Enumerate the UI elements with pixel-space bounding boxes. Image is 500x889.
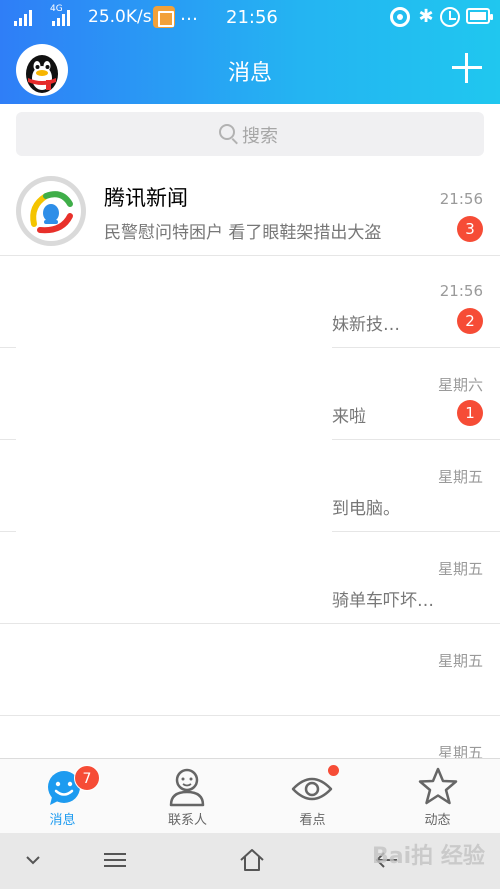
battery-icon — [466, 8, 493, 24]
app-header: 4G 25.0K/s … 21:56 ✱ 消息 — [0, 0, 500, 104]
bluetooth-icon: ✱ — [418, 6, 434, 27]
tab-label: 动态 — [424, 813, 451, 828]
search-icon — [219, 124, 235, 140]
notification-app-icon — [153, 6, 175, 28]
conversation-preview: 妹新技… — [332, 315, 400, 335]
more-notifications: … — [180, 4, 198, 25]
messages-unread-badge: 7 — [74, 765, 100, 791]
conversation-row[interactable]: 腾讯新闻 民警慰问特困户 看了眼鞋架措出大盗 21:56 3 — [0, 164, 500, 256]
conversation-time: 星期五 — [437, 652, 483, 670]
tab-label: 看点 — [299, 813, 326, 828]
contacts-icon — [169, 768, 205, 807]
tab-discover[interactable]: 看点 — [250, 759, 375, 834]
search-input[interactable]: 搜索 — [16, 112, 484, 156]
add-plus-button[interactable] — [452, 53, 482, 83]
conversation-time: 21:56 — [439, 282, 483, 300]
tencent-news-logo-icon — [30, 191, 73, 234]
conversation-preview: 到电脑。 — [332, 499, 400, 519]
conversation-preview: 来啦 — [332, 407, 366, 427]
signal-strength-icon — [14, 10, 32, 26]
watermark-logo: Bai拍 经验 — [372, 844, 485, 869]
status-bar: 4G 25.0K/s … 21:56 ✱ — [0, 0, 500, 36]
alarm-icon — [440, 7, 460, 27]
tencent-news-avatar — [16, 176, 86, 246]
tab-label: 联系人 — [167, 813, 207, 828]
bottom-tab-bar: 7 消息 联系人 看点 动态 — [0, 758, 500, 833]
conversation-name: 腾讯新闻 — [104, 186, 188, 210]
menu-icon[interactable] — [100, 845, 130, 875]
tab-contacts[interactable]: 联系人 — [125, 759, 250, 834]
conversation-preview: 民警慰问特困户 看了眼鞋架措出大盗 — [104, 223, 382, 243]
network-speed: 25.0K/s — [88, 7, 152, 27]
search-placeholder: 搜索 — [242, 126, 278, 147]
star-icon — [418, 767, 458, 805]
discover-new-dot — [328, 765, 339, 776]
search-area: 搜索 — [0, 104, 500, 164]
location-icon — [390, 7, 410, 27]
conversation-row[interactable]: 星期五 — [0, 624, 500, 716]
collapse-chevron-icon[interactable] — [18, 845, 48, 875]
page-title: 消息 — [227, 61, 272, 86]
conversation-preview: 骑单车吓坏… — [332, 591, 434, 611]
tab-label: 消息 — [49, 813, 76, 828]
home-icon[interactable] — [237, 845, 267, 875]
tab-feed[interactable]: 动态 — [375, 759, 500, 834]
conversation-time: 星期六 — [437, 376, 483, 394]
conversation-time: 21:56 — [439, 190, 483, 208]
conversation-time: 星期五 — [437, 468, 483, 486]
redaction-overlay — [16, 256, 332, 620]
status-time: 21:56 — [226, 7, 278, 28]
unread-badge: 3 — [457, 216, 483, 242]
eye-icon — [291, 777, 333, 801]
signal-strength-icon-2 — [52, 10, 70, 26]
conversation-time: 星期五 — [437, 560, 483, 578]
unread-badge: 2 — [457, 308, 483, 334]
unread-badge: 1 — [457, 400, 483, 426]
tab-messages[interactable]: 7 消息 — [0, 759, 125, 834]
